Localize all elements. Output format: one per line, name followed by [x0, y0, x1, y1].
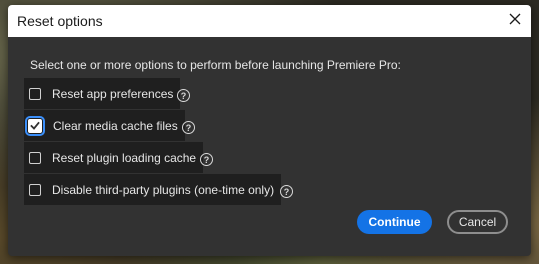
close-button[interactable]: [499, 5, 531, 37]
dialog-title: Reset options: [17, 13, 103, 29]
option-disable-third-party-plugins[interactable]: Disable third-party plugins (one-time on…: [24, 174, 282, 205]
option-reset-app-preferences[interactable]: Reset app preferences: [24, 78, 181, 109]
option-reset-plugin-loading-cache[interactable]: Reset plugin loading cache: [24, 142, 204, 173]
checkbox[interactable]: [29, 183, 41, 196]
cancel-button[interactable]: Cancel: [447, 210, 508, 234]
option-label: Disable third-party plugins (one-time on…: [52, 182, 275, 197]
reset-options-dialog: Reset options Select one or more options…: [8, 5, 531, 256]
checkbox-checked[interactable]: [25, 115, 45, 136]
option-label: Clear media cache files: [53, 118, 178, 133]
option-label: Reset app preferences: [52, 86, 174, 101]
help-icon[interactable]: ?: [200, 153, 213, 166]
option-label: Reset plugin loading cache: [52, 150, 197, 165]
help-icon[interactable]: ?: [177, 89, 190, 102]
option-clear-media-cache-files[interactable]: Clear media cache files: [24, 110, 185, 141]
close-icon: [509, 12, 521, 30]
help-icon[interactable]: ?: [280, 185, 293, 198]
continue-button[interactable]: Continue: [357, 210, 432, 234]
help-icon[interactable]: ?: [182, 121, 195, 134]
instruction-text: Select one or more options to perform be…: [30, 58, 401, 72]
checkbox[interactable]: [29, 151, 41, 164]
title-bar: Reset options: [8, 5, 531, 37]
checkbox[interactable]: [29, 87, 41, 100]
checkmark-icon: [30, 121, 40, 130]
